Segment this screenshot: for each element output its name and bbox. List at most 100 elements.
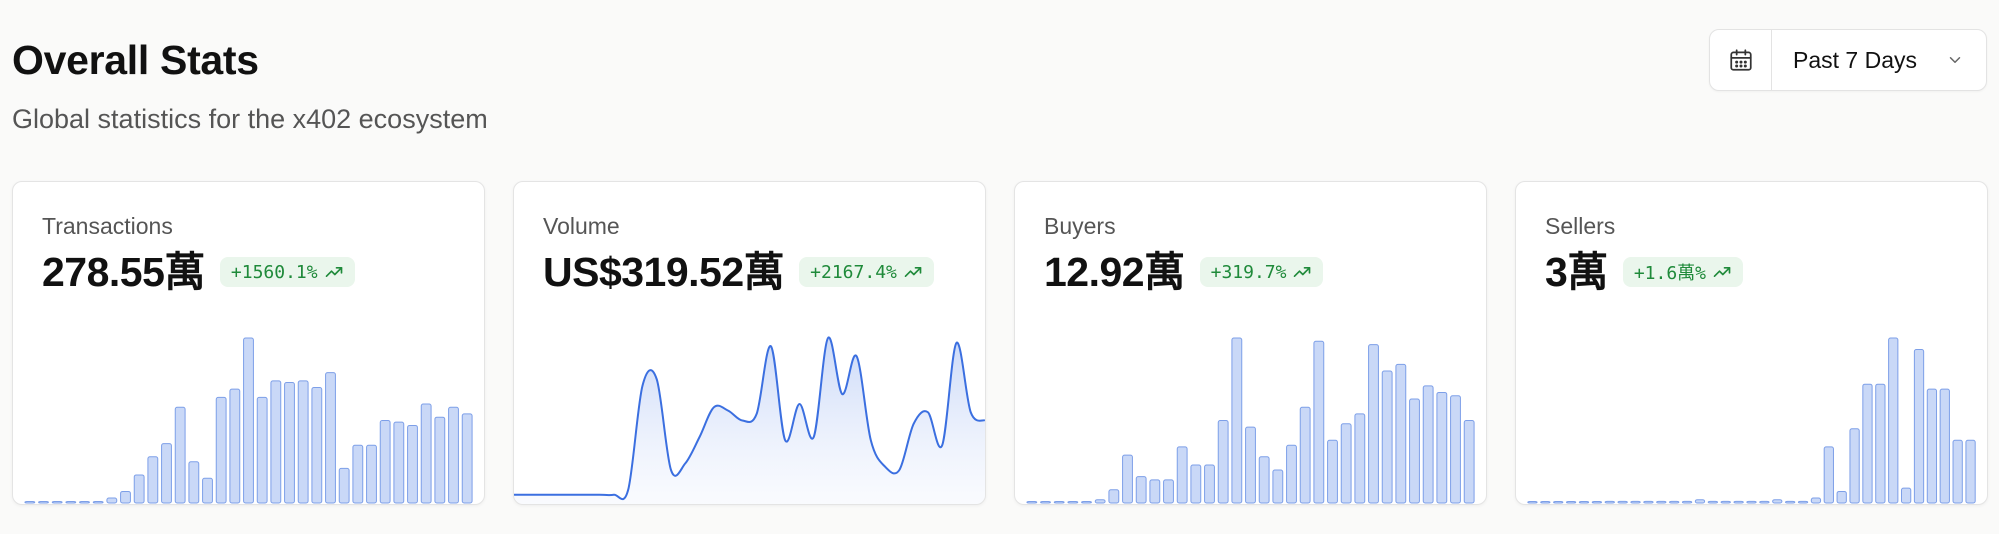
chart-bar: [1381, 370, 1393, 504]
date-range-select[interactable]: Past 7 Days: [1772, 30, 1986, 90]
chart-bar: [1327, 439, 1338, 504]
chart-bar: [1952, 439, 1963, 504]
stat-label: Transactions: [42, 213, 173, 239]
page-subtitle: Global statistics for the x402 ecosystem: [12, 104, 488, 134]
chart-bar: [215, 396, 227, 504]
chart-bar: [1217, 420, 1229, 504]
chart-bar: [174, 406, 186, 504]
chart-bar: [1176, 446, 1188, 504]
chevron-down-icon: [1949, 57, 1961, 63]
chart-bar: [1965, 439, 1976, 504]
transactions-chart: [24, 337, 473, 504]
date-range-picker: Past 7 Days: [1709, 29, 1987, 91]
chart-bar: [1694, 499, 1706, 504]
chart-bar: [461, 413, 473, 504]
chart-bar: [1785, 500, 1796, 504]
chart-bar: [1643, 500, 1654, 504]
chart-bar: [420, 403, 432, 504]
change-text: +2167.4%: [810, 261, 897, 283]
chart-bar: [1617, 500, 1628, 504]
chart-bar: [243, 337, 254, 504]
chart-bar: [1231, 337, 1243, 504]
change-badge: +1.6萬%: [1622, 257, 1743, 287]
chart-bar: [1720, 500, 1731, 504]
chart-bar: [1591, 501, 1603, 504]
page-header: Overall Stats Global statistics for the …: [12, 34, 488, 136]
calendar-icon-button[interactable]: [1710, 30, 1772, 90]
chart-bar: [1163, 479, 1174, 504]
trending-up-icon: [325, 267, 342, 277]
chart-bar: [106, 497, 118, 504]
chart-bar: [1875, 383, 1886, 504]
chart-bar: [38, 501, 49, 504]
stat-label: Buyers: [1044, 213, 1116, 239]
stat-card-transactions: Transactions 278.55萬 +1560.1%: [12, 181, 485, 505]
trending-up-icon: [1713, 267, 1731, 277]
change-text: +1560.1%: [230, 261, 318, 283]
chart-bar: [1354, 413, 1366, 504]
change-text: +1.6萬%: [1633, 263, 1706, 284]
calendar-icon: [1729, 49, 1752, 71]
chart-bar: [202, 477, 213, 504]
chart-bar: [161, 443, 172, 504]
chart-bar: [1272, 469, 1284, 504]
chart-bar: [1656, 500, 1667, 504]
chart-bar: [1122, 454, 1133, 504]
chart-bar: [1436, 391, 1448, 504]
chart-bar: [434, 416, 446, 504]
stat-card-buyers: Buyers 12.92萬 +319.7%: [1014, 181, 1487, 505]
chart-bar: [1900, 487, 1912, 504]
chart-bar: [1463, 420, 1475, 504]
chart-bar: [79, 501, 90, 504]
chart-bar: [1067, 501, 1079, 504]
chart-bar: [379, 420, 391, 504]
chart-bar: [1888, 337, 1899, 504]
chart-bar: [1939, 388, 1950, 504]
chart-bar: [448, 406, 459, 504]
chart-bar: [51, 501, 63, 504]
chart-bar: [1553, 501, 1564, 504]
chart-bar: [1926, 388, 1938, 504]
stat-value: 278.55萬: [42, 249, 205, 295]
chart-bar: [1135, 476, 1147, 504]
stat-card-volume: Volume US$319.52萬 +2167.4%: [513, 181, 986, 505]
chart-bar: [256, 396, 268, 504]
chart-bar: [1053, 501, 1065, 504]
chart-bar: [1733, 500, 1744, 504]
trending-up-icon: [904, 267, 922, 277]
stats-cards: Transactions 278.55萬 +1560.1% Volume US$…: [12, 181, 1988, 505]
chart-bar: [1094, 499, 1106, 504]
chart-bar: [1190, 464, 1202, 504]
stat-label: Volume: [543, 213, 620, 239]
chart-bar: [366, 444, 377, 504]
chart-bar: [1527, 501, 1538, 504]
chart-bar: [133, 474, 145, 504]
chart-bar: [1081, 501, 1092, 504]
chart-bar: [284, 382, 295, 504]
chart-bar: [1604, 500, 1615, 504]
buyers-chart: [1026, 337, 1475, 504]
chart-bar: [1409, 398, 1420, 504]
chart-bar: [1707, 500, 1718, 504]
chart-bar: [352, 444, 364, 504]
chart-bar: [1849, 428, 1860, 504]
page-title: Overall Stats: [12, 37, 259, 83]
chart-bar: [338, 467, 350, 504]
sellers-chart: [1527, 337, 1976, 504]
chart-bar: [188, 461, 200, 504]
chart-bar: [311, 387, 323, 504]
change-badge: +319.7%: [1199, 257, 1324, 287]
chart-bar: [1299, 406, 1311, 504]
chart-bar: [270, 380, 282, 504]
chart-bar: [1913, 349, 1925, 504]
trending-up-icon: [1294, 267, 1311, 277]
chart-bar: [1313, 340, 1325, 504]
chart-bar: [325, 372, 336, 504]
chart-bar: [229, 388, 241, 504]
chart-bar: [65, 501, 77, 504]
chart-bar: [1681, 500, 1693, 504]
stat-label: Sellers: [1545, 213, 1616, 239]
chart-bar: [147, 456, 159, 504]
chart-bar: [407, 424, 418, 504]
chart-bar: [1108, 489, 1120, 504]
